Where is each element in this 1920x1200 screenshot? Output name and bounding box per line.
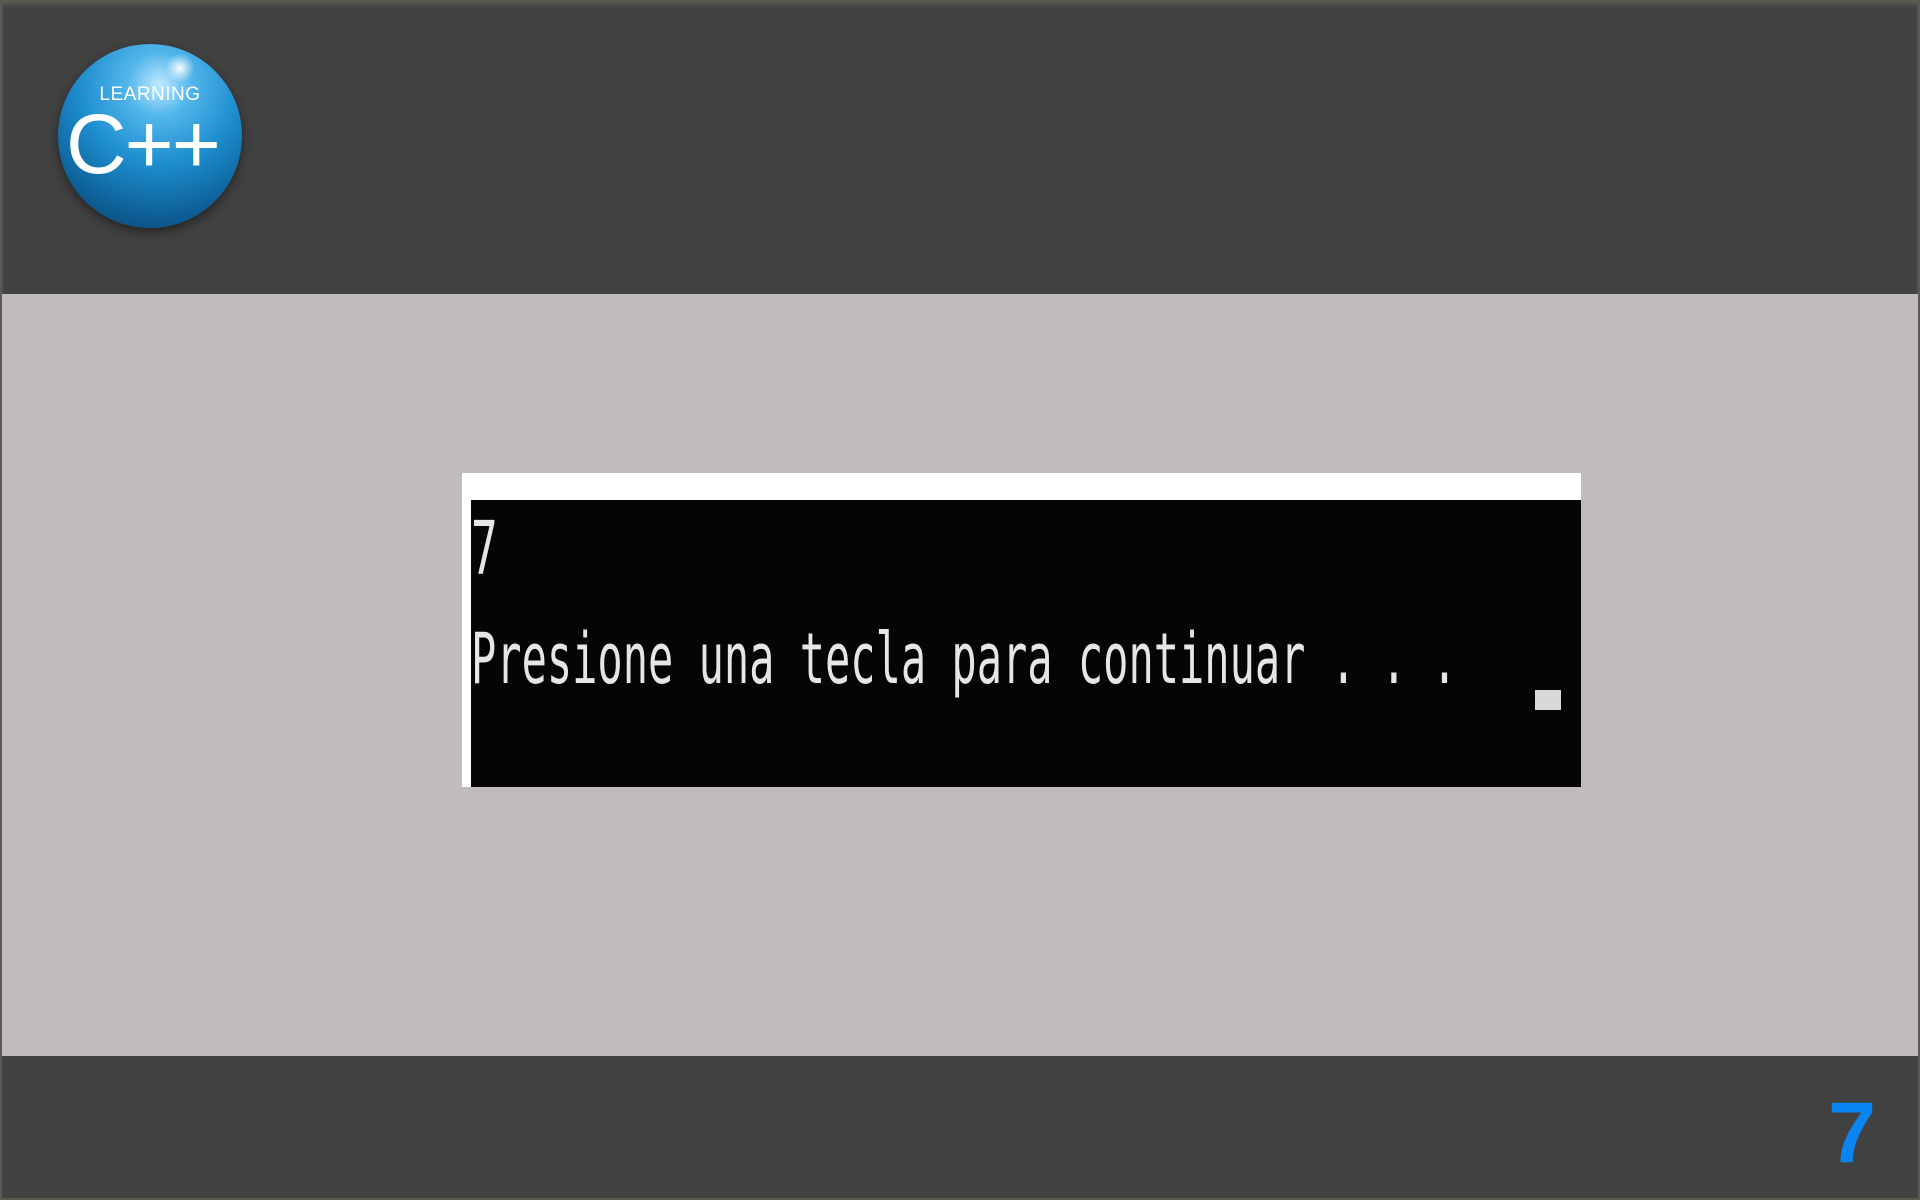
- footer-band: 7: [2, 1056, 1918, 1198]
- console-line-output: 7: [471, 506, 498, 592]
- page-number: 7: [1828, 1085, 1876, 1181]
- header-band: Learning C++: [2, 2, 1918, 294]
- console-cursor: [1535, 690, 1561, 710]
- slide: Learning C++ 7 Presione una tecla para c…: [0, 0, 1920, 1200]
- console-screenshot: 7 Presione una tecla para continuar . . …: [462, 473, 1581, 787]
- learning-cpp-logo: Learning C++: [58, 44, 242, 228]
- console-output: 7 Presione una tecla para continuar . . …: [471, 500, 1581, 787]
- logo-main-text: C++: [66, 97, 221, 191]
- console-line-prompt: Presione una tecla para continuar . . .: [471, 618, 1458, 700]
